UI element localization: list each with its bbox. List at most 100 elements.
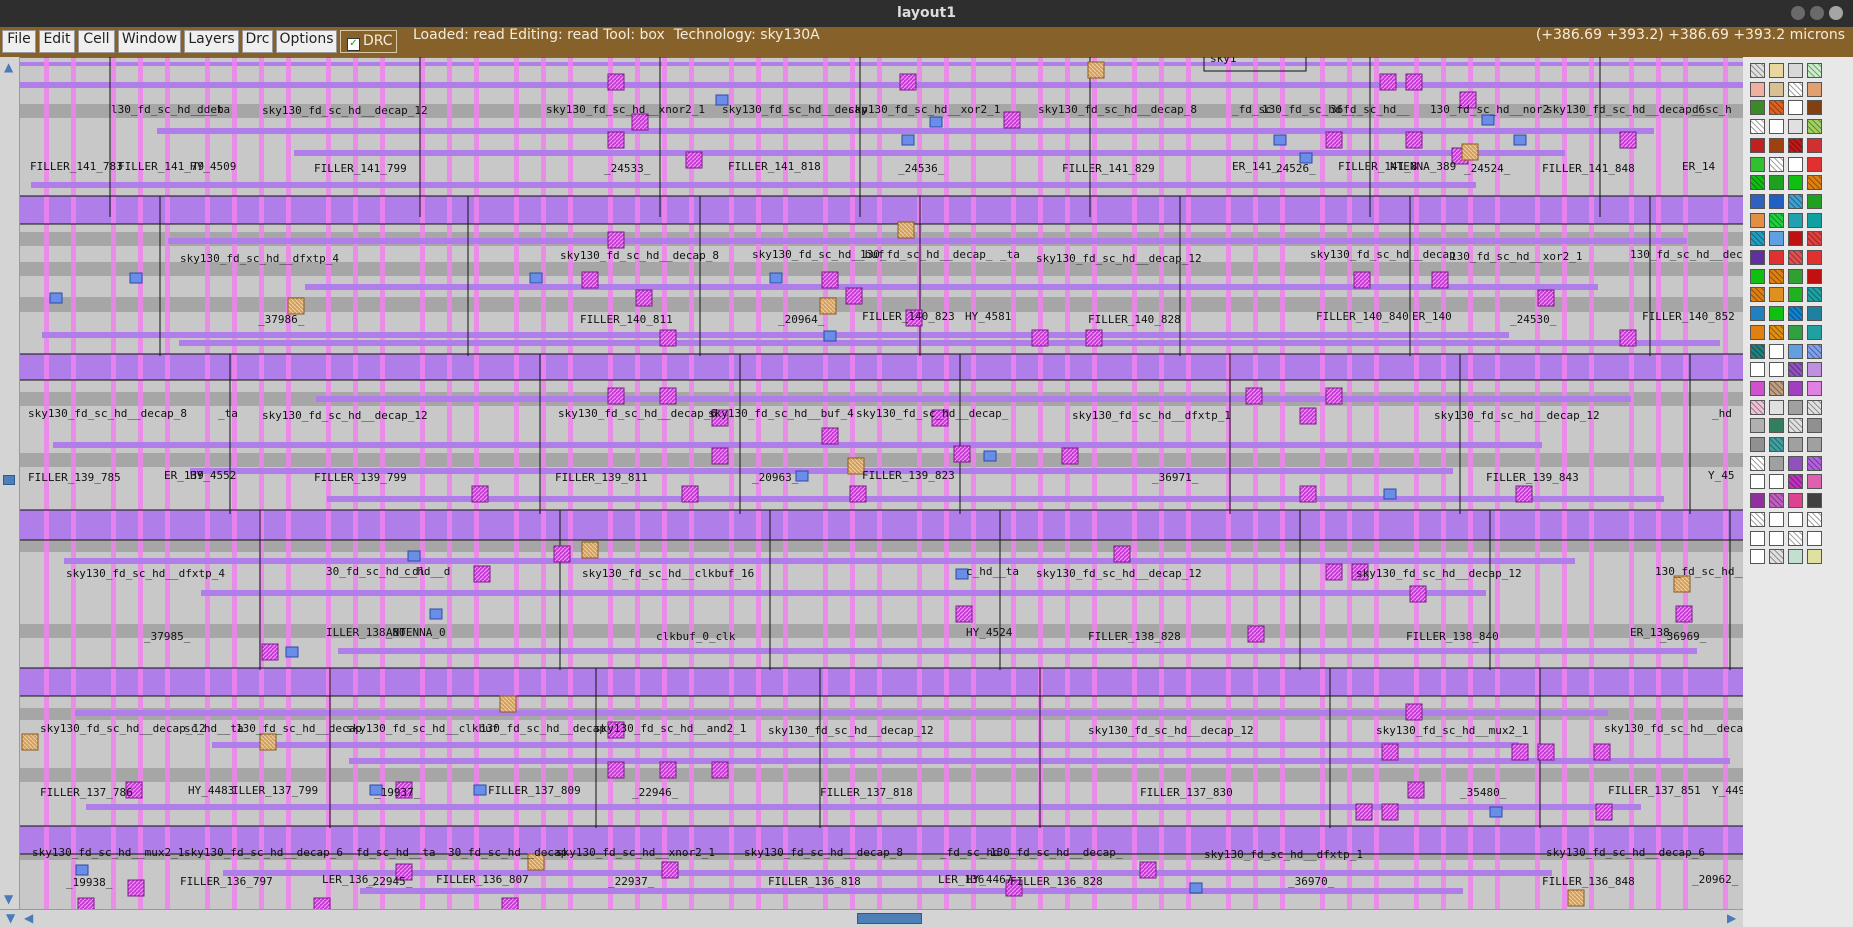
layer-swatch[interactable] — [1807, 63, 1822, 78]
close-icon[interactable] — [1829, 6, 1843, 20]
layer-swatch[interactable] — [1750, 474, 1765, 490]
layer-swatch[interactable] — [1788, 119, 1803, 135]
menu-options[interactable]: Options — [276, 30, 337, 53]
layer-swatch[interactable] — [1769, 81, 1784, 97]
layer-swatch[interactable] — [1769, 474, 1784, 490]
layer-swatch[interactable] — [1750, 324, 1765, 340]
layer-swatch[interactable] — [1750, 268, 1765, 284]
layer-swatch[interactable] — [1788, 175, 1803, 191]
layer-swatch[interactable] — [1769, 549, 1784, 565]
layer-swatch[interactable] — [1750, 100, 1765, 116]
layer-swatch[interactable] — [1788, 493, 1803, 509]
layer-swatch[interactable] — [1788, 380, 1803, 396]
layer-swatch[interactable] — [1807, 380, 1822, 396]
layer-swatch[interactable] — [1769, 362, 1784, 378]
layer-swatch[interactable] — [1750, 212, 1765, 228]
layer-swatch[interactable] — [1750, 455, 1765, 471]
layer-swatch[interactable] — [1807, 306, 1822, 322]
layer-swatch[interactable] — [1788, 418, 1803, 434]
scroll-down-arrow-icon[interactable]: ▼ — [4, 893, 13, 905]
layer-swatch[interactable] — [1788, 156, 1803, 172]
vertical-scrollbar[interactable]: ▲ ▼ — [0, 57, 20, 909]
layer-swatch[interactable] — [1769, 287, 1784, 303]
layer-swatch[interactable] — [1750, 231, 1765, 247]
layer-swatch[interactable] — [1807, 324, 1822, 340]
layer-swatch[interactable] — [1807, 250, 1822, 265]
layer-swatch[interactable] — [1750, 362, 1765, 378]
maximize-icon[interactable] — [1810, 6, 1824, 20]
layer-swatch[interactable] — [1788, 100, 1803, 116]
layer-swatch[interactable] — [1788, 212, 1803, 228]
layer-swatch[interactable] — [1788, 63, 1803, 78]
layer-swatch[interactable] — [1750, 343, 1765, 359]
layer-swatch[interactable] — [1750, 81, 1765, 97]
layer-swatch[interactable] — [1807, 100, 1822, 116]
layer-swatch[interactable] — [1769, 437, 1784, 452]
layer-swatch[interactable] — [1769, 530, 1784, 546]
layer-swatch[interactable] — [1769, 156, 1784, 172]
layer-swatch[interactable] — [1769, 493, 1784, 509]
layer-swatch[interactable] — [1750, 287, 1765, 303]
layer-swatch[interactable] — [1807, 530, 1822, 546]
vertical-scroll-thumb[interactable] — [3, 475, 15, 485]
menu-window[interactable]: Window — [118, 30, 181, 53]
layer-swatch[interactable] — [1750, 193, 1765, 209]
layer-swatch[interactable] — [1750, 137, 1765, 153]
layer-swatch[interactable] — [1788, 250, 1803, 265]
layer-swatch[interactable] — [1807, 549, 1822, 565]
scroll-right-arrow-icon[interactable]: ▶ — [1727, 912, 1736, 924]
layer-swatch[interactable] — [1788, 231, 1803, 247]
layer-swatch[interactable] — [1750, 250, 1765, 265]
layer-swatch[interactable] — [1788, 343, 1803, 359]
layer-swatch[interactable] — [1750, 437, 1765, 452]
layer-swatch[interactable] — [1788, 511, 1803, 527]
layer-swatch[interactable] — [1788, 306, 1803, 322]
layer-swatch[interactable] — [1769, 137, 1784, 153]
layer-swatch[interactable] — [1807, 362, 1822, 378]
layer-swatch[interactable] — [1750, 399, 1765, 415]
layer-swatch[interactable] — [1750, 530, 1765, 546]
layer-swatch[interactable] — [1750, 493, 1765, 509]
layer-swatch[interactable] — [1769, 63, 1784, 78]
layer-swatch[interactable] — [1769, 343, 1784, 359]
layer-swatch[interactable] — [1769, 455, 1784, 471]
layer-swatch[interactable] — [1788, 268, 1803, 284]
layer-swatch[interactable] — [1807, 455, 1822, 471]
horizontal-scrollbar[interactable]: ▼ ◀ ▶ — [0, 909, 1743, 927]
layer-swatch[interactable] — [1788, 324, 1803, 340]
layer-swatch[interactable] — [1788, 193, 1803, 209]
layer-swatch[interactable] — [1769, 212, 1784, 228]
horizontal-scroll-thumb[interactable] — [857, 913, 922, 924]
layer-swatch[interactable] — [1788, 474, 1803, 490]
layer-swatch[interactable] — [1750, 418, 1765, 434]
layer-swatch[interactable] — [1807, 156, 1822, 172]
layer-swatch[interactable] — [1750, 175, 1765, 191]
layer-swatch[interactable] — [1807, 137, 1822, 153]
layer-swatch[interactable] — [1769, 399, 1784, 415]
layer-swatch[interactable] — [1750, 306, 1765, 322]
layer-swatch[interactable] — [1769, 175, 1784, 191]
layer-swatch[interactable] — [1769, 250, 1784, 265]
layer-swatch[interactable] — [1750, 511, 1765, 527]
drc-toggle[interactable]: ✓ DRC — [340, 30, 397, 53]
layer-swatch[interactable] — [1788, 399, 1803, 415]
layer-swatch[interactable] — [1807, 474, 1822, 490]
layer-swatch[interactable] — [1788, 455, 1803, 471]
layer-swatch[interactable] — [1807, 511, 1822, 527]
menu-layers[interactable]: Layers — [184, 30, 239, 53]
layer-swatch[interactable] — [1769, 511, 1784, 527]
layer-swatch[interactable] — [1788, 437, 1803, 452]
layer-swatch[interactable] — [1750, 63, 1765, 78]
layer-swatch[interactable] — [1807, 343, 1822, 359]
layout-drawing[interactable]: sky1l30_fd_sc_hd__debd__ta sky130_fd_sc_h… — [20, 57, 1743, 909]
scroll-left-arrow-icon[interactable]: ◀ — [24, 912, 33, 924]
layer-swatch[interactable] — [1769, 193, 1784, 209]
layer-swatch[interactable] — [1750, 156, 1765, 172]
layer-swatch[interactable] — [1750, 380, 1765, 396]
layer-swatch[interactable] — [1807, 119, 1822, 135]
menu-file[interactable]: File — [2, 30, 36, 53]
layer-swatch[interactable] — [1769, 100, 1784, 116]
layer-swatch[interactable] — [1807, 193, 1822, 209]
layer-swatch[interactable] — [1769, 231, 1784, 247]
layer-swatch[interactable] — [1807, 231, 1822, 247]
